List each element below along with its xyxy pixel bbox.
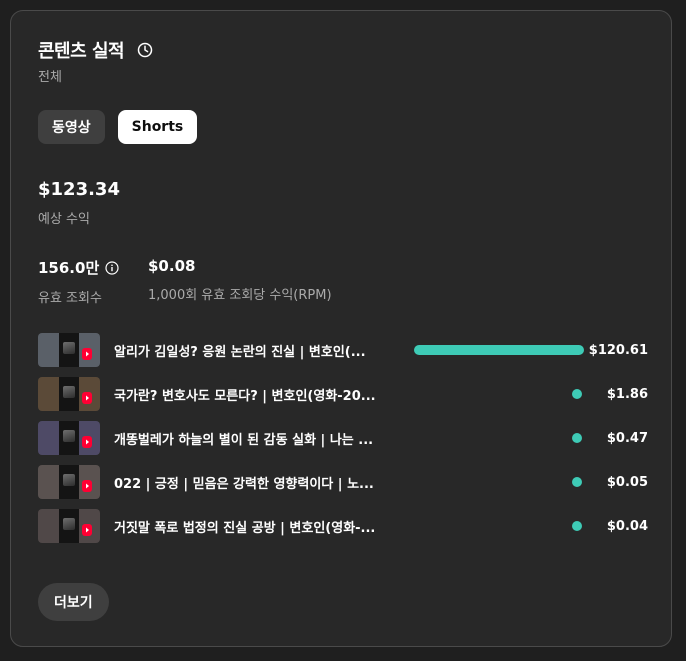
video-revenue: $0.47 — [606, 430, 648, 446]
estimated-revenue-label: 예상 수익 — [38, 212, 90, 227]
clock-icon[interactable] — [137, 42, 153, 58]
video-row[interactable]: 개똥벌레가 하늘의 별이 된 감동 실화 | 나는 ... $0.47 — [38, 420, 648, 456]
video-revenue: $0.04 — [606, 518, 648, 534]
video-thumbnail[interactable] — [38, 421, 100, 455]
revenue-bar-track — [414, 521, 584, 531]
engaged-views-metric: 156.0만 유효 조회수 — [38, 257, 119, 306]
revenue-share-bar — [572, 433, 582, 443]
estimated-revenue-value: $123.34 — [38, 179, 120, 200]
revenue-share-bar — [572, 477, 582, 487]
revenue-bar-track — [414, 345, 584, 355]
card-subtitle: 전체 — [38, 70, 62, 85]
video-thumbnail[interactable] — [38, 465, 100, 499]
revenue-share-bar — [414, 345, 584, 355]
video-row[interactable]: 알리가 김일성? 응원 논란의 진실 | 변호인(... $120.61 — [38, 332, 648, 368]
video-row[interactable]: 022 | 긍정 | 믿음은 강력한 영향력이다 | 노... $0.05 — [38, 464, 648, 500]
revenue-share-bar — [572, 521, 582, 531]
see-more-button[interactable]: 더보기 — [38, 583, 109, 621]
info-icon[interactable] — [105, 260, 119, 275]
engaged-views-value: 156.0만 — [38, 259, 100, 277]
video-thumbnail[interactable] — [38, 377, 100, 411]
shorts-logo-icon — [82, 480, 92, 492]
card-title: 콘텐츠 실적 — [38, 41, 125, 62]
video-row[interactable]: 국가란? 변호사도 모른다? | 변호인(영화-20... $1.86 — [38, 376, 648, 412]
shorts-logo-icon — [82, 348, 92, 360]
video-row[interactable]: 거짓말 폭로 법정의 진실 공방 | 변호인(영화-... $0.04 — [38, 508, 648, 544]
revenue-share-bar — [572, 389, 582, 399]
shorts-logo-icon — [82, 392, 92, 404]
engaged-views-label: 유효 조회수 — [38, 291, 102, 306]
video-revenue: $120.61 — [588, 342, 648, 358]
video-revenue: $1.86 — [606, 386, 648, 402]
video-thumbnail[interactable] — [38, 509, 100, 543]
tab-videos[interactable]: 동영상 — [38, 110, 105, 144]
card-header: 콘텐츠 실적 — [38, 37, 153, 63]
video-title[interactable]: 022 | 긍정 | 믿음은 강력한 영향력이다 | 노... — [114, 473, 404, 492]
rpm-value: $0.08 — [148, 257, 196, 275]
shorts-logo-icon — [82, 524, 92, 536]
video-title[interactable]: 국가란? 변호사도 모른다? | 변호인(영화-20... — [114, 385, 404, 404]
content-performance-card: 콘텐츠 실적 전체 동영상 Shorts $123.34 예상 수익 156.0… — [10, 10, 672, 647]
revenue-bar-track — [414, 389, 584, 399]
video-revenue: $0.05 — [606, 474, 648, 490]
video-thumbnail[interactable] — [38, 333, 100, 367]
content-type-tabs: 동영상 Shorts — [38, 110, 198, 144]
video-title[interactable]: 개똥벌레가 하늘의 별이 된 감동 실화 | 나는 ... — [114, 429, 404, 448]
video-title[interactable]: 거짓말 폭로 법정의 진실 공방 | 변호인(영화-... — [114, 517, 404, 536]
shorts-logo-icon — [82, 436, 92, 448]
revenue-bar-track — [414, 433, 584, 443]
rpm-metric: $0.08 1,000회 유효 조회당 수익(RPM) — [148, 257, 332, 303]
tab-shorts[interactable]: Shorts — [117, 110, 198, 144]
video-title[interactable]: 알리가 김일성? 응원 논란의 진실 | 변호인(... — [114, 341, 404, 360]
revenue-bar-track — [414, 477, 584, 487]
rpm-label: 1,000회 유효 조회당 수익(RPM) — [148, 288, 332, 303]
